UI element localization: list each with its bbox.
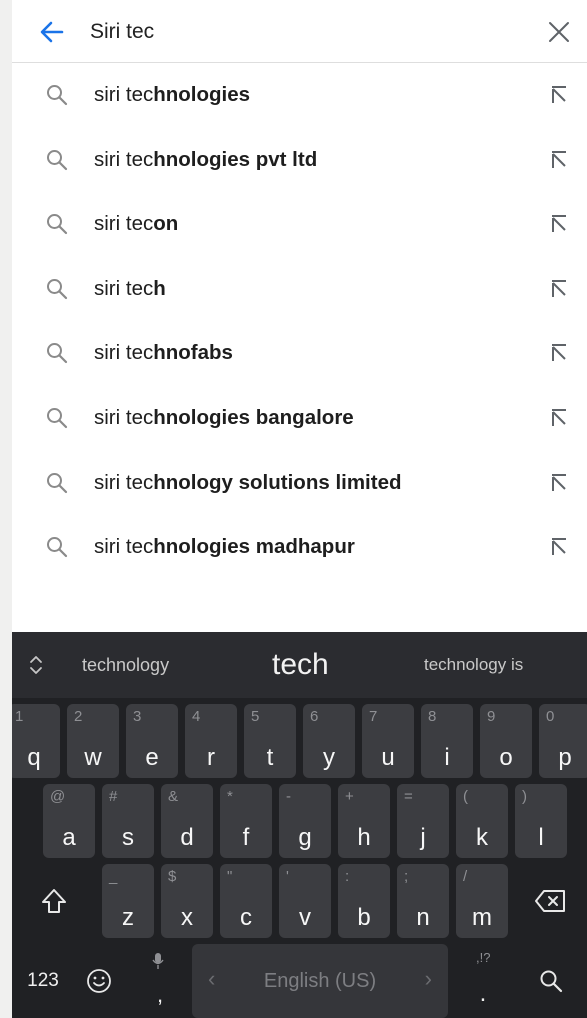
search-icon <box>515 944 587 1018</box>
suggestion-item[interactable]: siri technologies <box>12 63 587 128</box>
key-a[interactable]: @ a <box>43 784 95 858</box>
key-f[interactable]: * f <box>220 784 272 858</box>
key-p[interactable]: 0p <box>539 704 587 778</box>
suggestion-item[interactable]: siri technologies pvt ltd <box>12 128 587 193</box>
on-screen-keyboard: technology tech technology is 1q 2w 3e 4… <box>12 632 587 1018</box>
search-bar: Siri tec <box>12 0 587 63</box>
key-l[interactable]: ) l <box>515 784 567 858</box>
search-icon <box>45 341 69 365</box>
search-input[interactable]: Siri tec <box>90 18 154 46</box>
search-icon <box>45 212 69 236</box>
backspace-icon <box>515 864 587 938</box>
comma-key-label: , <box>156 982 164 1007</box>
shift-key[interactable] <box>12 864 95 938</box>
search-key[interactable] <box>515 944 587 1018</box>
suggestion-item[interactable]: siri technofabs <box>12 321 587 386</box>
key-g[interactable]: -g <box>279 784 331 858</box>
period-key[interactable]: ,!? . <box>454 944 512 1018</box>
space-language-label: English (US) <box>263 969 377 992</box>
screen: Siri tec siri technologies siri technolo… <box>12 0 587 1018</box>
key-o[interactable]: 9o <box>480 704 532 778</box>
prediction-left[interactable]: technology <box>82 632 169 698</box>
emoji-icon <box>74 944 124 1018</box>
key-x[interactable]: $ x <box>161 864 213 938</box>
key-r[interactable]: 4r <box>185 704 237 778</box>
key-u[interactable]: 7u <box>362 704 414 778</box>
period-key-hint: ,!? <box>476 950 491 965</box>
key-c[interactable]: " c <box>220 864 272 938</box>
back-arrow-icon[interactable] <box>38 18 66 46</box>
search-icon <box>45 148 69 172</box>
clear-icon[interactable] <box>547 20 571 44</box>
device-frame: Siri tec siri technologies siri technolo… <box>0 0 587 1018</box>
suggestion-item[interactable]: siri technology solutions limited <box>12 451 587 516</box>
suggestion-text: siri technology solutions limited <box>94 470 402 494</box>
fill-query-arrow-icon[interactable] <box>548 85 568 105</box>
chevron-right-icon: › <box>424 966 432 991</box>
search-icon <box>45 406 69 430</box>
key-e[interactable]: 3e <box>126 704 178 778</box>
emoji-key[interactable] <box>74 944 124 1018</box>
period-key-label: . <box>479 980 487 1007</box>
fill-query-arrow-icon[interactable] <box>548 537 568 557</box>
search-icon <box>45 535 69 559</box>
microphone-icon <box>151 952 165 975</box>
suggestion-text: siri technologies pvt ltd <box>94 147 318 171</box>
key-d[interactable]: & d <box>161 784 213 858</box>
key-z[interactable]: _ z <box>102 864 154 938</box>
numbers-key-label: 123 <box>27 970 59 991</box>
space-key[interactable]: ‹ English (US) › <box>192 944 448 1018</box>
suggestion-list: siri technologies siri technologies pvt … <box>12 63 587 580</box>
suggestion-item[interactable]: siri tech <box>12 257 587 322</box>
shift-icon <box>12 864 95 938</box>
suggestion-text: siri technologies bangalore <box>94 405 354 429</box>
search-icon <box>45 277 69 301</box>
expand-toggle-icon[interactable] <box>26 654 46 676</box>
key-h[interactable]: + h <box>338 784 390 858</box>
fill-query-arrow-icon[interactable] <box>548 150 568 170</box>
fill-query-arrow-icon[interactable] <box>548 214 568 234</box>
key-b[interactable]: :b <box>338 864 390 938</box>
prediction-middle[interactable]: tech <box>272 632 329 698</box>
suggestion-text: siri technofabs <box>94 341 233 365</box>
suggestion-item[interactable]: siri tecon <box>12 192 587 257</box>
key-j[interactable]: = j <box>397 784 449 858</box>
key-w[interactable]: 2w <box>67 704 119 778</box>
fill-query-arrow-icon[interactable] <box>548 408 568 428</box>
suggestion-text: siri technologies madhapur <box>94 535 355 559</box>
key-y[interactable]: 6y <box>303 704 355 778</box>
backspace-key[interactable] <box>515 864 587 938</box>
suggestion-text: siri tecon <box>94 212 179 236</box>
fill-query-arrow-icon[interactable] <box>548 343 568 363</box>
fill-query-arrow-icon[interactable] <box>548 279 568 299</box>
key-v[interactable]: ' v <box>279 864 331 938</box>
search-icon <box>45 471 69 495</box>
suggestion-item[interactable]: siri technologies madhapur <box>12 515 587 580</box>
numbers-key[interactable]: 123 <box>12 944 74 1018</box>
key-n[interactable]: ; n <box>397 864 449 938</box>
prediction-bar: technology tech technology is <box>12 632 587 698</box>
key-i[interactable]: 8i <box>421 704 473 778</box>
suggestion-item[interactable]: siri technologies bangalore <box>12 386 587 451</box>
key-m[interactable]: / m <box>456 864 508 938</box>
key-t[interactable]: 5t <box>244 704 296 778</box>
suggestion-text: siri technologies <box>94 83 251 106</box>
fill-query-arrow-icon[interactable] <box>548 473 568 493</box>
key-k[interactable]: (k <box>456 784 508 858</box>
comma-key[interactable]: , <box>130 944 190 1018</box>
prediction-right[interactable]: technology is <box>424 632 523 698</box>
key-q[interactable]: 1q <box>12 704 60 778</box>
search-icon <box>45 83 69 107</box>
suggestion-text: siri tech <box>94 276 166 300</box>
key-s[interactable]: # s <box>102 784 154 858</box>
